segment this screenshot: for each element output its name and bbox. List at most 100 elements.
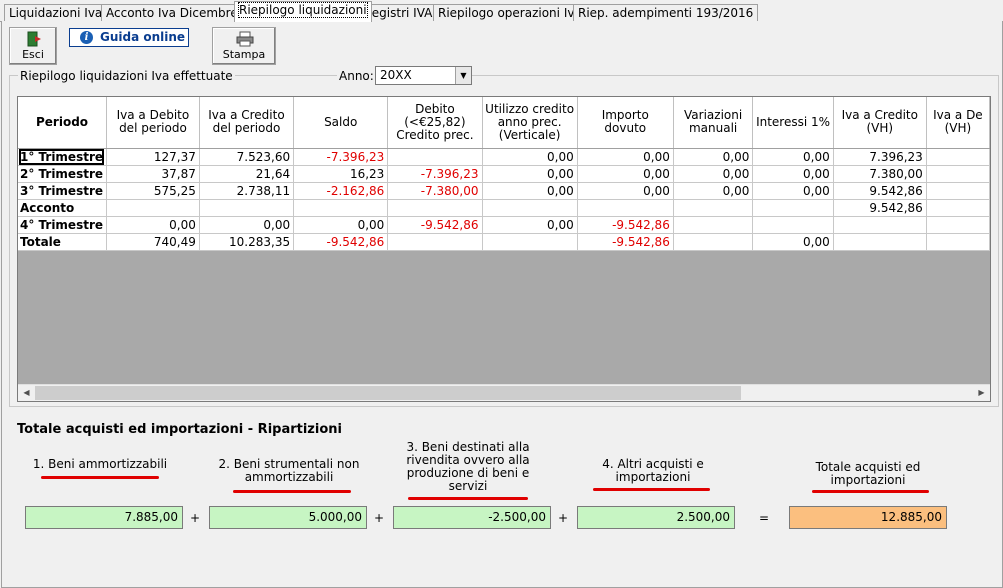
column-header[interactable]: Saldo [293, 97, 389, 149]
exit-button[interactable]: Esci [9, 27, 57, 65]
table-cell[interactable] [926, 199, 990, 217]
table-cell[interactable]: 0,00 [577, 165, 674, 183]
table-cell[interactable] [199, 199, 295, 217]
col1-field[interactable]: 7.885,00 [25, 506, 183, 529]
chevron-down-icon[interactable]: ▼ [455, 67, 471, 84]
print-button[interactable]: Stampa [212, 27, 276, 65]
column-header[interactable]: Iva a Credito del periodo [199, 97, 295, 149]
row-period-cell[interactable]: 4° Trimestre [18, 216, 108, 234]
table-cell[interactable]: 0,00 [752, 148, 834, 166]
table-cell[interactable]: 7.396,23 [833, 148, 927, 166]
table-cell[interactable]: 0,00 [482, 182, 578, 200]
table-cell[interactable] [926, 165, 990, 183]
column-header[interactable]: Debito (<€25,82) Credito prec. [387, 97, 483, 149]
tab-liquidazioni-iva[interactable]: Liquidazioni Iva [4, 4, 108, 22]
row-period-cell[interactable]: Totale [18, 233, 108, 251]
tab-riep-adempimenti[interactable]: Riep. adempimenti 193/2016 [573, 4, 759, 22]
column-header[interactable]: Utilizzo credito anno prec. (Verticale) [482, 97, 578, 149]
table-row[interactable]: 2° Trimestre 37,87 21,64 16,23 -7.396,23 0,00… [18, 165, 990, 183]
table-cell[interactable] [106, 199, 200, 217]
liquidazioni-grid[interactable]: Periodo Iva a Debito del periodo Iva a C… [17, 96, 991, 402]
table-cell[interactable]: 0,00 [752, 233, 834, 251]
table-cell[interactable]: 0,00 [293, 216, 389, 234]
tab-riepilogo-operazioni-iva[interactable]: Riepilogo operazioni Iva [433, 4, 587, 22]
table-cell[interactable] [926, 216, 990, 234]
table-cell[interactable] [752, 199, 834, 217]
table-cell[interactable] [833, 216, 927, 234]
tab-riepilogo-liquidazioni[interactable]: Riepilogo liquidazioni [234, 1, 372, 22]
table-cell[interactable]: 127,37 [106, 148, 200, 166]
table-cell[interactable] [387, 199, 483, 217]
table-cell[interactable]: 37,87 [106, 165, 200, 183]
table-cell[interactable]: 9.542,86 [833, 182, 927, 200]
table-cell[interactable] [926, 233, 990, 251]
column-header[interactable]: Iva a De (VH) [926, 97, 990, 149]
table-cell[interactable] [482, 233, 578, 251]
table-row[interactable]: Acconto 9.542,86 [18, 199, 990, 217]
table-row[interactable]: 3° Trimestre 575,25 2.738,11 -2.162,86 -7.38… [18, 182, 990, 200]
table-cell[interactable]: 9.542,86 [833, 199, 927, 217]
table-cell[interactable] [752, 216, 834, 234]
tab-acconto-iva-dicembre[interactable]: Acconto Iva Dicembre [101, 4, 243, 22]
column-header[interactable]: Periodo [18, 97, 108, 149]
table-cell[interactable]: -7.396,23 [293, 148, 389, 166]
year-select[interactable]: 20XX ▼ [375, 66, 472, 85]
table-cell[interactable]: 0,00 [752, 165, 834, 183]
scroll-thumb[interactable] [35, 386, 741, 400]
row-period-cell[interactable]: 2° Trimestre [18, 165, 108, 183]
table-cell[interactable]: 575,25 [106, 182, 200, 200]
column-header[interactable]: Interessi 1% [752, 97, 834, 149]
col3-field[interactable]: -2.500,00 [393, 506, 551, 529]
table-cell[interactable]: -7.380,00 [387, 182, 483, 200]
table-cell[interactable]: 0,00 [106, 216, 200, 234]
table-cell[interactable] [833, 233, 927, 251]
table-cell[interactable]: 0,00 [577, 182, 674, 200]
table-cell[interactable]: 16,23 [293, 165, 389, 183]
scroll-left-icon[interactable]: ◀ [18, 385, 35, 401]
total-field[interactable]: 12.885,00 [789, 506, 947, 529]
column-header[interactable]: Iva a Debito del periodo [106, 97, 200, 149]
table-cell[interactable] [926, 182, 990, 200]
column-header[interactable]: Importo dovuto [577, 97, 674, 149]
scroll-right-icon[interactable]: ▶ [973, 385, 990, 401]
table-cell[interactable]: 740,49 [106, 233, 200, 251]
table-cell[interactable]: 21,64 [199, 165, 295, 183]
table-cell[interactable]: 0,00 [482, 148, 578, 166]
col4-field[interactable]: 2.500,00 [577, 506, 735, 529]
table-cell[interactable]: -7.396,23 [387, 165, 483, 183]
row-period-cell[interactable]: 1° Trimestre [18, 148, 108, 166]
table-cell[interactable]: 0,00 [673, 165, 754, 183]
table-cell[interactable]: 0,00 [482, 165, 578, 183]
table-row[interactable]: 4° Trimestre 0,00 0,00 0,00 -9.542,86 0,00 -9.… [18, 216, 990, 234]
table-cell[interactable] [926, 148, 990, 166]
table-cell[interactable]: -9.542,86 [577, 233, 674, 251]
table-cell[interactable]: -2.162,86 [293, 182, 389, 200]
table-cell[interactable]: 0,00 [752, 182, 834, 200]
row-period-cell[interactable]: Acconto [18, 199, 108, 217]
table-cell[interactable] [577, 199, 674, 217]
table-cell[interactable] [293, 199, 389, 217]
table-cell[interactable]: 2.738,11 [199, 182, 295, 200]
table-cell[interactable]: 7.523,60 [199, 148, 295, 166]
table-row[interactable]: 1° Trimestre 127,37 7.523,60 -7.396,23 0,00 0… [18, 148, 990, 166]
table-cell[interactable] [387, 148, 483, 166]
table-cell[interactable]: 0,00 [673, 148, 754, 166]
table-cell[interactable] [482, 199, 578, 217]
table-cell[interactable]: -9.542,86 [387, 216, 483, 234]
table-row[interactable]: Totale 740,49 10.283,35 -9.542,86 -9.542,86 0… [18, 233, 990, 251]
table-cell[interactable]: 0,00 [673, 182, 754, 200]
table-cell[interactable]: 0,00 [199, 216, 295, 234]
table-cell[interactable]: 7.380,00 [833, 165, 927, 183]
table-cell[interactable]: 10.283,35 [199, 233, 295, 251]
table-cell[interactable]: 0,00 [577, 148, 674, 166]
table-cell[interactable]: -9.542,86 [577, 216, 674, 234]
column-header[interactable]: Iva a Credito (VH) [833, 97, 927, 149]
table-cell[interactable] [673, 199, 754, 217]
table-cell[interactable]: -9.542,86 [293, 233, 389, 251]
table-cell[interactable] [387, 233, 483, 251]
row-period-cell[interactable]: 3° Trimestre [18, 182, 108, 200]
table-cell[interactable]: 0,00 [482, 216, 578, 234]
horizontal-scrollbar[interactable]: ◀ ▶ [18, 384, 990, 401]
table-cell[interactable] [673, 233, 754, 251]
table-cell[interactable] [673, 216, 754, 234]
